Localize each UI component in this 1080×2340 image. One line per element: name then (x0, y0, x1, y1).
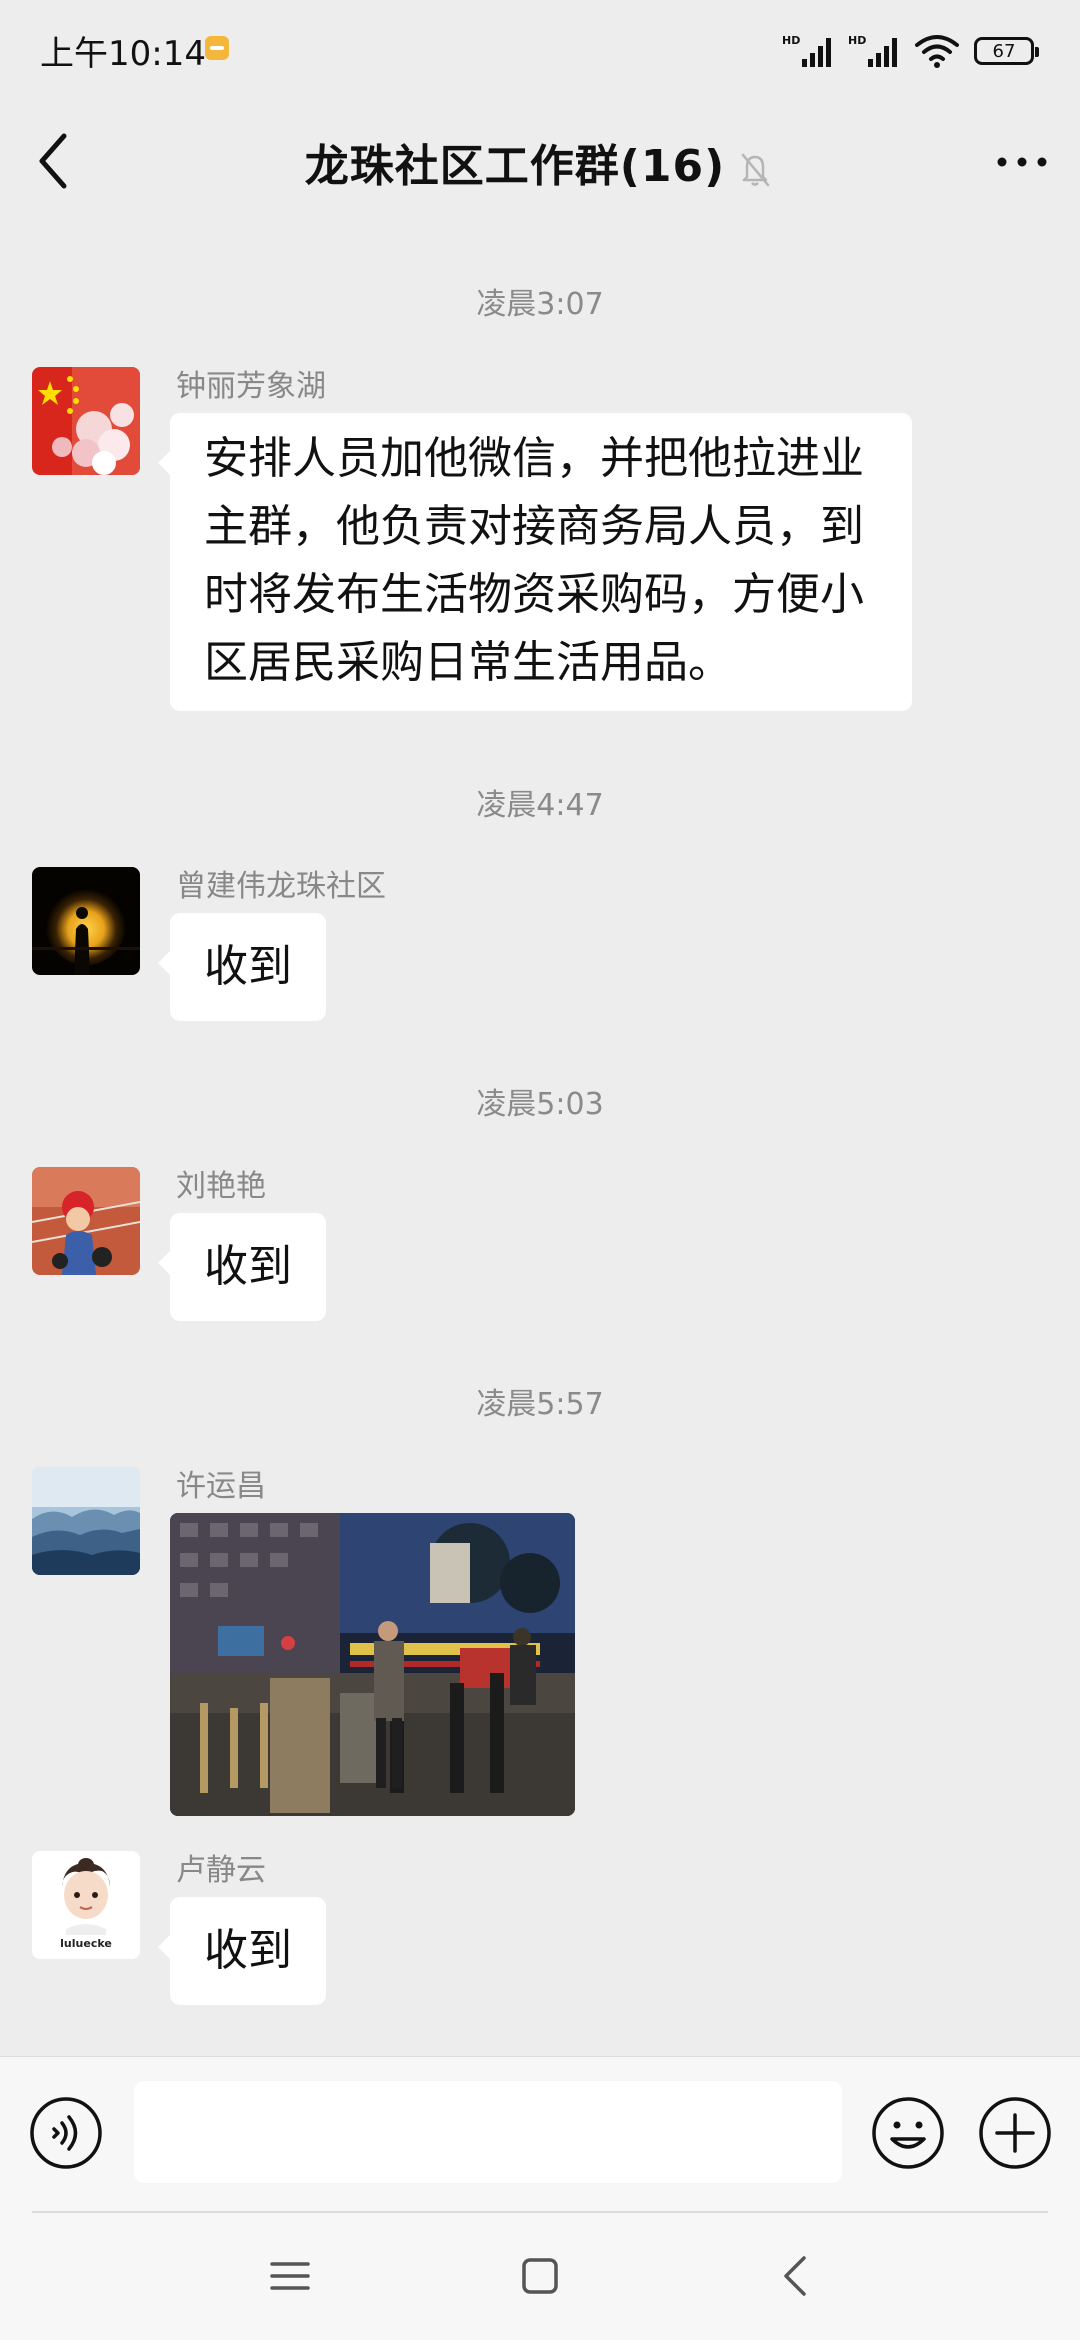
emoji-icon[interactable] (870, 2095, 946, 2171)
divider (32, 2211, 1048, 2213)
message-text-line: 安排人员加他微信，并把他拉进业 (204, 433, 864, 484)
message-bubble[interactable]: 安排人员加他微信，并把他拉进业 主群，他负责对接商务局人员，到 时将发布生活物资… (158, 413, 912, 711)
mute-bell-icon (741, 153, 770, 187)
sender-name: 刘艳艳 (176, 1169, 266, 1204)
message-text: 收到 (204, 1925, 292, 1976)
avatar[interactable] (32, 1467, 140, 1575)
message-text: 收到 (204, 941, 292, 992)
menu-icon[interactable] (262, 2248, 318, 2304)
more-dots-icon[interactable] (992, 134, 1052, 190)
plus-icon[interactable] (977, 2095, 1053, 2171)
message-text-line: 时将发布生活物资采购码，方便小 (204, 569, 864, 620)
input-bar (0, 2056, 1080, 2217)
signal-hd-label: HD (782, 34, 800, 47)
home-square-icon[interactable] (512, 2248, 568, 2304)
message-timestamp: 凌晨4:47 (476, 788, 604, 823)
sender-name: 钟丽芳象湖 (176, 369, 326, 404)
message-text-line: 主群，他负责对接商务局人员，到 (204, 501, 864, 552)
avatar-caption: luluecke (60, 1937, 112, 1950)
status-indicators: HD HD 67 (782, 26, 1039, 76)
battery-icon: 67 (974, 37, 1039, 65)
message-text-line: 区居民采购日常生活用品。 (204, 637, 732, 688)
chat-title: 龙珠社区工作群(16) (304, 141, 726, 192)
avatar[interactable] (32, 1167, 140, 1275)
status-time: 上午10:14 (40, 34, 206, 74)
night-street-gate-photo[interactable] (170, 1513, 575, 1816)
avatar[interactable] (32, 367, 140, 475)
avatar[interactable] (32, 867, 140, 975)
wifi-icon (915, 35, 959, 68)
status-bar: 上午10:14 HD HD 67 (0, 0, 1080, 100)
message-timestamp: 凌晨5:57 (476, 1387, 604, 1422)
chat-header: 龙珠社区工作群(16) (0, 100, 1080, 225)
message-bubble[interactable]: 收到 (158, 913, 326, 1021)
sender-name: 曾建伟龙珠社区 (176, 869, 386, 904)
signal-hd-label-2: HD (848, 34, 866, 47)
message-text: 收到 (204, 1241, 292, 1292)
message-input[interactable] (134, 2081, 842, 2183)
signal-hd-icon-2: HD (848, 34, 897, 67)
avatar[interactable]: luluecke (32, 1851, 140, 1959)
message-timestamp: 凌晨3:07 (476, 287, 604, 322)
chat-message-list[interactable]: 凌晨3:07 钟丽芳象湖 安排人员加他微信，并把他拉进业 主群，他负责对接商务局… (0, 225, 1080, 2055)
message-bubble[interactable]: 收到 (158, 1213, 326, 1321)
signal-hd-icon: HD (782, 34, 831, 67)
sender-name: 许运昌 (176, 1469, 266, 1504)
message-timestamp: 凌晨5:03 (476, 1087, 604, 1122)
voice-icon[interactable] (28, 2095, 104, 2171)
back-triangle-icon[interactable] (768, 2248, 824, 2304)
message-notification-icon (205, 36, 229, 60)
battery-level: 67 (992, 40, 1016, 62)
chat-title-wrap: 龙珠社区工作群(16) (0, 130, 1080, 194)
system-nav-bar (0, 2214, 1080, 2340)
sender-name: 卢静云 (176, 1853, 266, 1888)
message-bubble[interactable]: 收到 (158, 1897, 326, 2005)
